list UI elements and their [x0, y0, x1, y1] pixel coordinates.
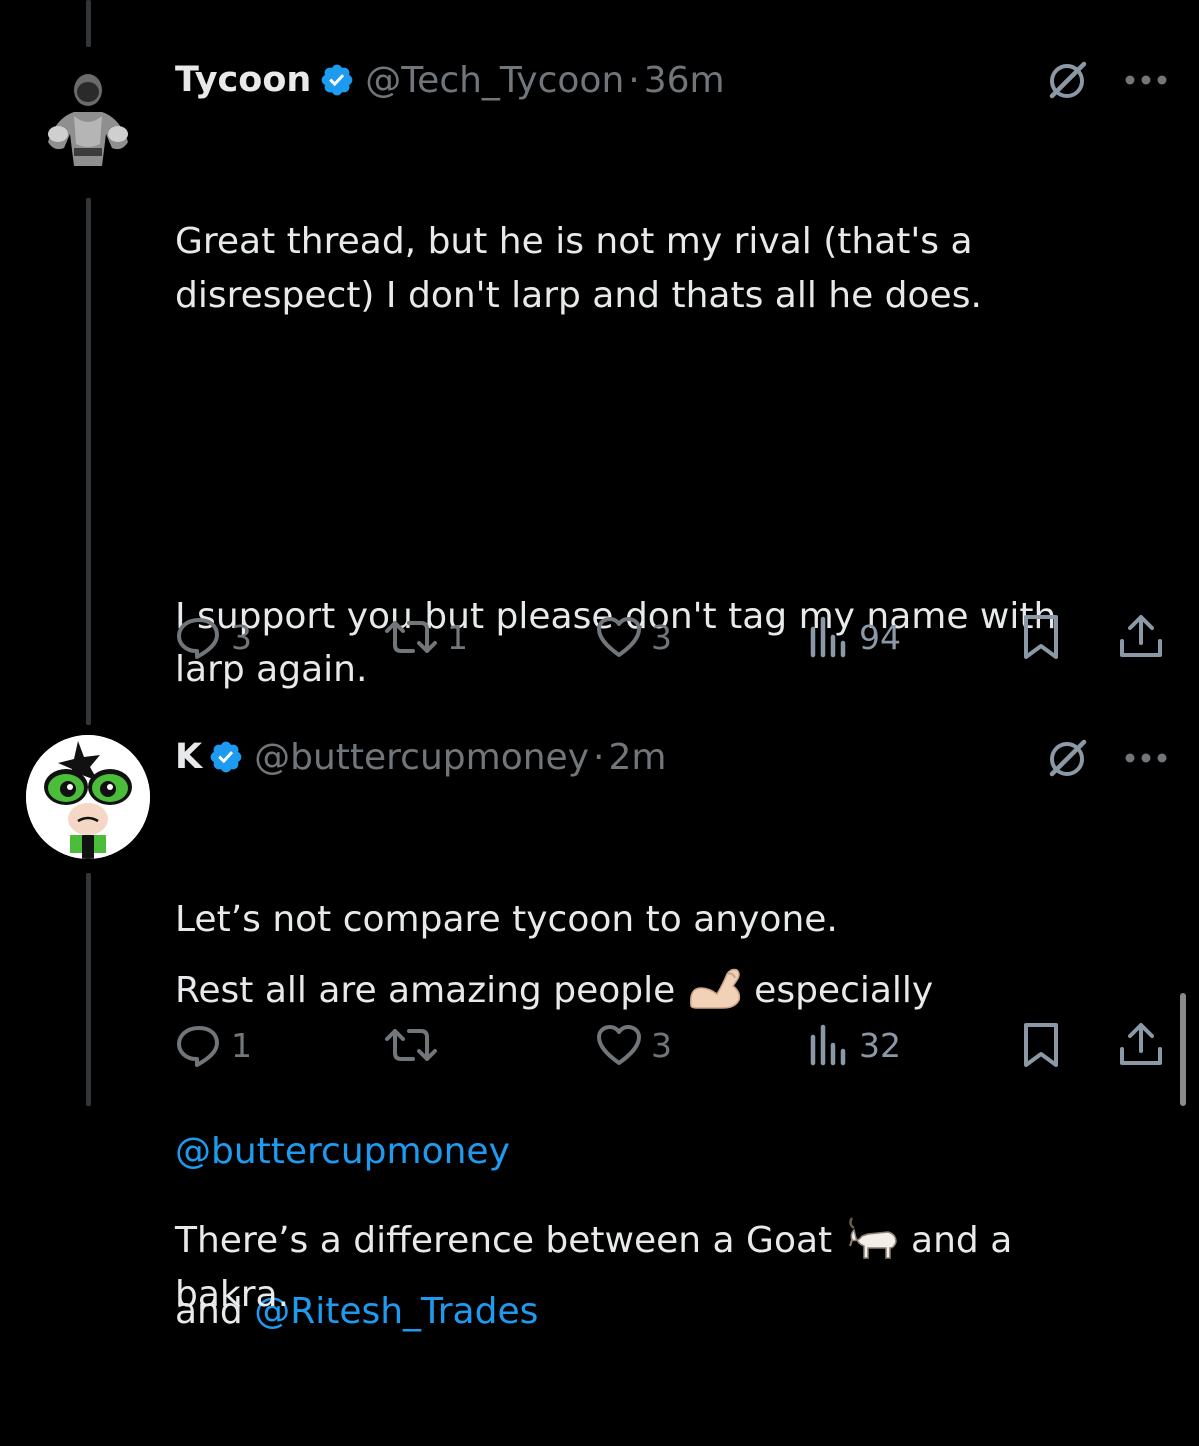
- handle[interactable]: @buttercupmoney: [254, 737, 589, 778]
- reply-count: 3: [231, 617, 252, 657]
- reply-count: 1: [231, 1025, 252, 1065]
- timestamp[interactable]: 36m: [644, 60, 725, 101]
- reply-icon: [177, 1026, 219, 1067]
- reply-button[interactable]: 1: [175, 1020, 252, 1070]
- separator-dot: ·: [593, 736, 605, 778]
- like-button[interactable]: 3: [595, 1020, 672, 1070]
- views-button[interactable]: 94: [807, 612, 901, 662]
- more-icon[interactable]: [1124, 70, 1168, 90]
- avatar[interactable]: [26, 735, 150, 859]
- more-icon[interactable]: [1124, 748, 1168, 768]
- separator-dot: ·: [628, 59, 640, 101]
- tweet-actions: 3 1 3 94: [175, 612, 1170, 662]
- reply-button[interactable]: 3: [175, 612, 252, 662]
- like-count: 3: [651, 617, 672, 657]
- verified-badge-icon[interactable]: [208, 739, 244, 775]
- avatar[interactable]: [26, 56, 150, 180]
- tweet-text: Let’s not compare tycoon to anyone. Ther…: [175, 786, 1135, 1428]
- reply-icon: [177, 618, 219, 659]
- tweet-k[interactable]: K @buttercupmoney · 2m Let’s not compare…: [0, 700, 1199, 1315]
- repost-icon: [385, 1029, 437, 1061]
- like-button[interactable]: 3: [595, 612, 672, 662]
- display-name[interactable]: Tycoon: [175, 60, 311, 100]
- paragraph: Great thread, but he is not my rival (th…: [175, 221, 984, 316]
- repost-icon: [385, 621, 437, 653]
- timestamp[interactable]: 2m: [608, 737, 666, 778]
- paragraph-text: There’s a difference between a Goat: [175, 1220, 833, 1261]
- tweet-tycoon[interactable]: Tycoon @Tech_Tycoon · 36m Great thread, …: [0, 0, 1199, 1332]
- grok-icon[interactable]: [1046, 58, 1090, 102]
- buttercup-avatar-icon: [26, 735, 150, 859]
- share-button[interactable]: [1117, 612, 1165, 662]
- scrollbar[interactable]: [1180, 993, 1186, 1106]
- bookmark-icon: [1024, 615, 1058, 659]
- heart-icon: [597, 1025, 641, 1065]
- bookmark-icon: [1024, 1023, 1058, 1067]
- like-count: 3: [651, 1025, 672, 1065]
- bodybuilder-avatar-icon: [26, 56, 150, 180]
- share-icon: [1120, 1023, 1162, 1065]
- tweet-header: K @buttercupmoney · 2m: [175, 732, 666, 782]
- display-name[interactable]: K: [175, 737, 202, 777]
- tweet-actions: 1 3 32: [175, 1020, 1170, 1070]
- paragraph: There’s a difference between a Goat and …: [175, 1214, 1075, 1321]
- heart-icon: [597, 617, 641, 657]
- views-chart-icon: [810, 1024, 846, 1066]
- repost-button[interactable]: 1: [383, 612, 468, 662]
- verified-badge-icon[interactable]: [319, 62, 355, 98]
- repost-count: 1: [447, 617, 468, 657]
- handle[interactable]: @Tech_Tycoon: [365, 60, 624, 101]
- views-button[interactable]: 32: [807, 1020, 901, 1070]
- grok-icon[interactable]: [1046, 736, 1090, 780]
- bookmark-button[interactable]: [1019, 1020, 1063, 1070]
- views-chart-icon: [810, 616, 846, 658]
- tweet-header: Tycoon @Tech_Tycoon · 36m: [175, 55, 725, 105]
- views-count: 94: [859, 617, 901, 657]
- share-icon: [1120, 615, 1162, 657]
- goat-emoji-icon: [848, 1217, 897, 1259]
- paragraph: Let’s not compare tycoon to anyone.: [175, 899, 838, 940]
- share-button[interactable]: [1117, 1020, 1165, 1070]
- views-count: 32: [859, 1025, 901, 1065]
- repost-button[interactable]: [383, 1020, 447, 1070]
- bookmark-button[interactable]: [1019, 612, 1063, 662]
